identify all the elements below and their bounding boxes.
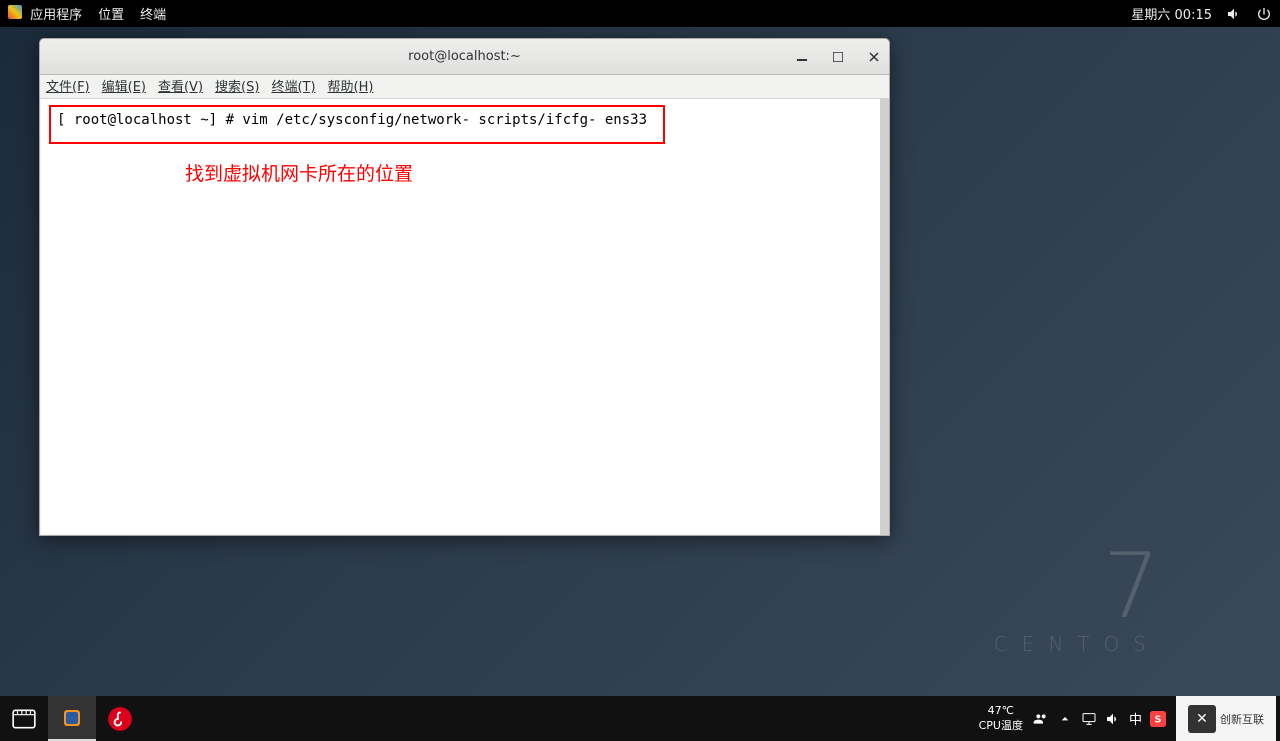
terminal-menu[interactable]: 终端 bbox=[140, 4, 166, 23]
menu-search[interactable]: 搜索(S) bbox=[215, 76, 259, 95]
window-title: root@localhost:~ bbox=[408, 49, 521, 64]
applications-label: 应用程序 bbox=[30, 8, 82, 23]
applications-icon bbox=[8, 5, 22, 19]
monitor-icon[interactable] bbox=[1081, 711, 1097, 727]
volume-icon[interactable] bbox=[1226, 6, 1242, 22]
menu-edit[interactable]: 编辑(E) bbox=[102, 76, 146, 95]
scrollbar[interactable] bbox=[880, 99, 889, 535]
gnome-top-bar: 应用程序 位置 终端 星期六 00:15 bbox=[0, 0, 1280, 27]
centos-version: 7 bbox=[994, 542, 1160, 632]
minimize-button[interactable] bbox=[793, 48, 811, 66]
speaker-icon[interactable] bbox=[1105, 711, 1121, 727]
window-titlebar[interactable]: root@localhost:~ bbox=[40, 39, 889, 75]
centos-wallpaper-logo: 7 CENTOS bbox=[994, 542, 1160, 656]
ime-indicator[interactable]: 中 bbox=[1129, 709, 1142, 728]
terminal-menubar: 文件(F) 编辑(E) 查看(V) 搜索(S) 终端(T) 帮助(H) bbox=[40, 75, 889, 99]
watermark-text: 创新互联 bbox=[1220, 711, 1264, 727]
chevron-up-icon[interactable] bbox=[1057, 711, 1073, 727]
highlighted-command-box: [ root@localhost ~] # vim /etc/sysconfig… bbox=[49, 105, 665, 144]
people-icon[interactable] bbox=[1033, 711, 1049, 727]
maximize-button[interactable] bbox=[829, 48, 847, 66]
svg-text:S: S bbox=[1155, 714, 1162, 725]
windows-taskbar: 47℃ CPU温度 中 S ✕ 创新互联 bbox=[0, 696, 1280, 741]
menu-view[interactable]: 查看(V) bbox=[158, 76, 203, 95]
watermark-badge: ✕ 创新互联 bbox=[1176, 696, 1276, 741]
menu-help[interactable]: 帮助(H) bbox=[328, 76, 374, 95]
power-icon[interactable] bbox=[1256, 6, 1272, 22]
task-netease-music[interactable] bbox=[96, 696, 144, 741]
watermark-logo-icon: ✕ bbox=[1188, 705, 1216, 733]
datetime-label[interactable]: 星期六 00:15 bbox=[1131, 4, 1212, 23]
centos-name: CENTOS bbox=[994, 632, 1160, 656]
sogou-icon[interactable]: S bbox=[1150, 711, 1166, 727]
command-line: [ root@localhost ~] # vim /etc/sysconfig… bbox=[57, 112, 647, 128]
task-vmware[interactable] bbox=[48, 696, 96, 741]
annotation-text: 找到虚拟机网卡所在的位置 bbox=[185, 159, 413, 186]
close-button[interactable] bbox=[865, 48, 883, 66]
terminal-body[interactable]: [ root@localhost ~] # vim /etc/sysconfig… bbox=[41, 99, 880, 534]
menu-terminal[interactable]: 终端(T) bbox=[271, 76, 315, 95]
tray-temperature[interactable]: 47℃ CPU温度 bbox=[979, 704, 1023, 733]
menu-file[interactable]: 文件(F) bbox=[46, 76, 90, 95]
temp-value: 47℃ bbox=[979, 704, 1023, 718]
places-menu[interactable]: 位置 bbox=[98, 4, 124, 23]
temp-label: CPU温度 bbox=[979, 719, 1023, 733]
task-video-editor[interactable] bbox=[0, 696, 48, 741]
terminal-window: root@localhost:~ 文件(F) 编辑(E) 查看(V) 搜索(S)… bbox=[39, 38, 890, 536]
applications-menu[interactable]: 应用程序 bbox=[8, 4, 82, 23]
